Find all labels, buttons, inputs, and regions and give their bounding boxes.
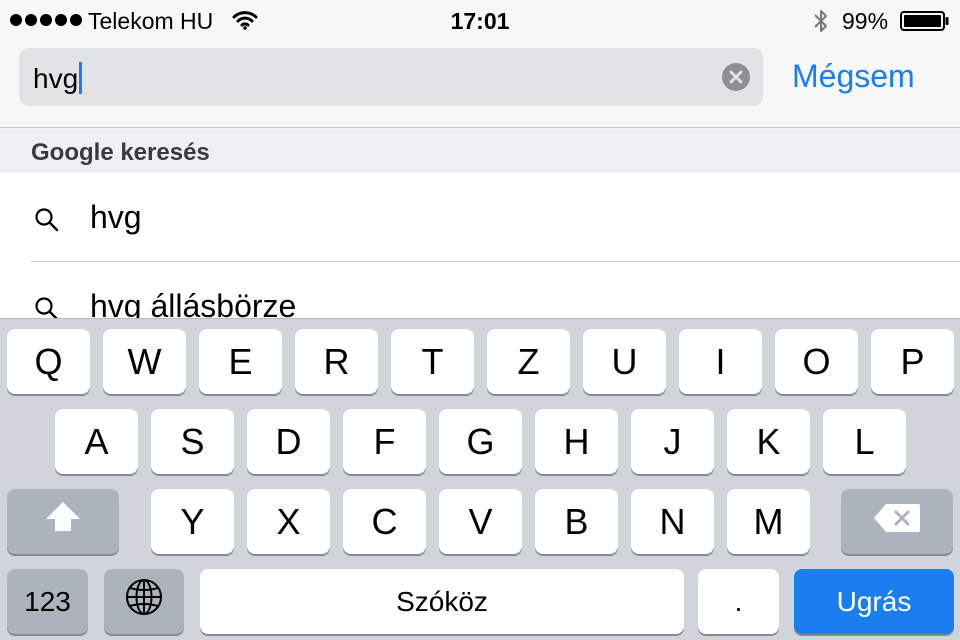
suggestion-item[interactable]: hvg (0, 173, 960, 262)
key-e[interactable]: E (199, 329, 282, 394)
key-p[interactable]: P (871, 329, 954, 394)
key-l[interactable]: L (823, 409, 906, 474)
battery-icon (900, 11, 950, 36)
key-o[interactable]: O (775, 329, 858, 394)
globe-key[interactable] (104, 569, 184, 634)
search-field[interactable]: hvg (19, 48, 763, 106)
section-title: Google keresés (31, 139, 210, 166)
search-icon (34, 296, 60, 318)
suggestion-text: hvg (90, 199, 142, 235)
status-bar: Telekom HU 17:01 99% (0, 0, 960, 40)
key-d[interactable]: D (247, 409, 330, 474)
suggestion-text: hvg állásbörze (90, 288, 297, 318)
search-query: hvg (33, 63, 79, 94)
key-u[interactable]: U (583, 329, 666, 394)
globe-icon (124, 577, 164, 626)
key-t[interactable]: T (391, 329, 474, 394)
section-header: Google keresés (0, 129, 960, 173)
numbers-key[interactable]: 123 (7, 569, 88, 634)
key-k[interactable]: K (727, 409, 810, 474)
suggestion-list: hvg hvg állásbörze (0, 173, 960, 318)
shift-key[interactable] (7, 489, 119, 554)
search-bar: hvg Mégsem (0, 40, 960, 128)
key-a[interactable]: A (55, 409, 138, 474)
backspace-icon (872, 501, 922, 543)
go-key[interactable]: Ugrás (794, 569, 954, 634)
key-q[interactable]: Q (7, 329, 90, 394)
bluetooth-icon (812, 8, 830, 39)
key-i[interactable]: I (679, 329, 762, 394)
backspace-key[interactable] (841, 489, 953, 554)
key-y[interactable]: Y (151, 489, 234, 554)
key-c[interactable]: C (343, 489, 426, 554)
suggestion-item[interactable]: hvg állásbörze (0, 262, 960, 318)
key-f[interactable]: F (343, 409, 426, 474)
battery-percentage: 99% (842, 8, 889, 34)
space-key[interactable]: Szóköz (200, 569, 684, 634)
key-h[interactable]: H (535, 409, 618, 474)
text-caret (79, 62, 83, 94)
key-m[interactable]: M (727, 489, 810, 554)
key-r[interactable]: R (295, 329, 378, 394)
key-w[interactable]: W (103, 329, 186, 394)
search-input[interactable]: hvg (33, 62, 83, 95)
key-x[interactable]: X (247, 489, 330, 554)
keyboard: Q W E R T Z U I O P A S D F G H J K L Y … (0, 318, 960, 640)
key-z[interactable]: Z (487, 329, 570, 394)
key-v[interactable]: V (439, 489, 522, 554)
key-s[interactable]: S (151, 409, 234, 474)
cancel-button[interactable]: Mégsem (792, 58, 915, 95)
key-b[interactable]: B (535, 489, 618, 554)
key-j[interactable]: J (631, 409, 714, 474)
period-key[interactable]: . (698, 569, 779, 634)
shift-icon (43, 499, 83, 544)
key-n[interactable]: N (631, 489, 714, 554)
key-g[interactable]: G (439, 409, 522, 474)
search-icon (34, 207, 60, 238)
clear-text-icon[interactable] (722, 63, 750, 91)
